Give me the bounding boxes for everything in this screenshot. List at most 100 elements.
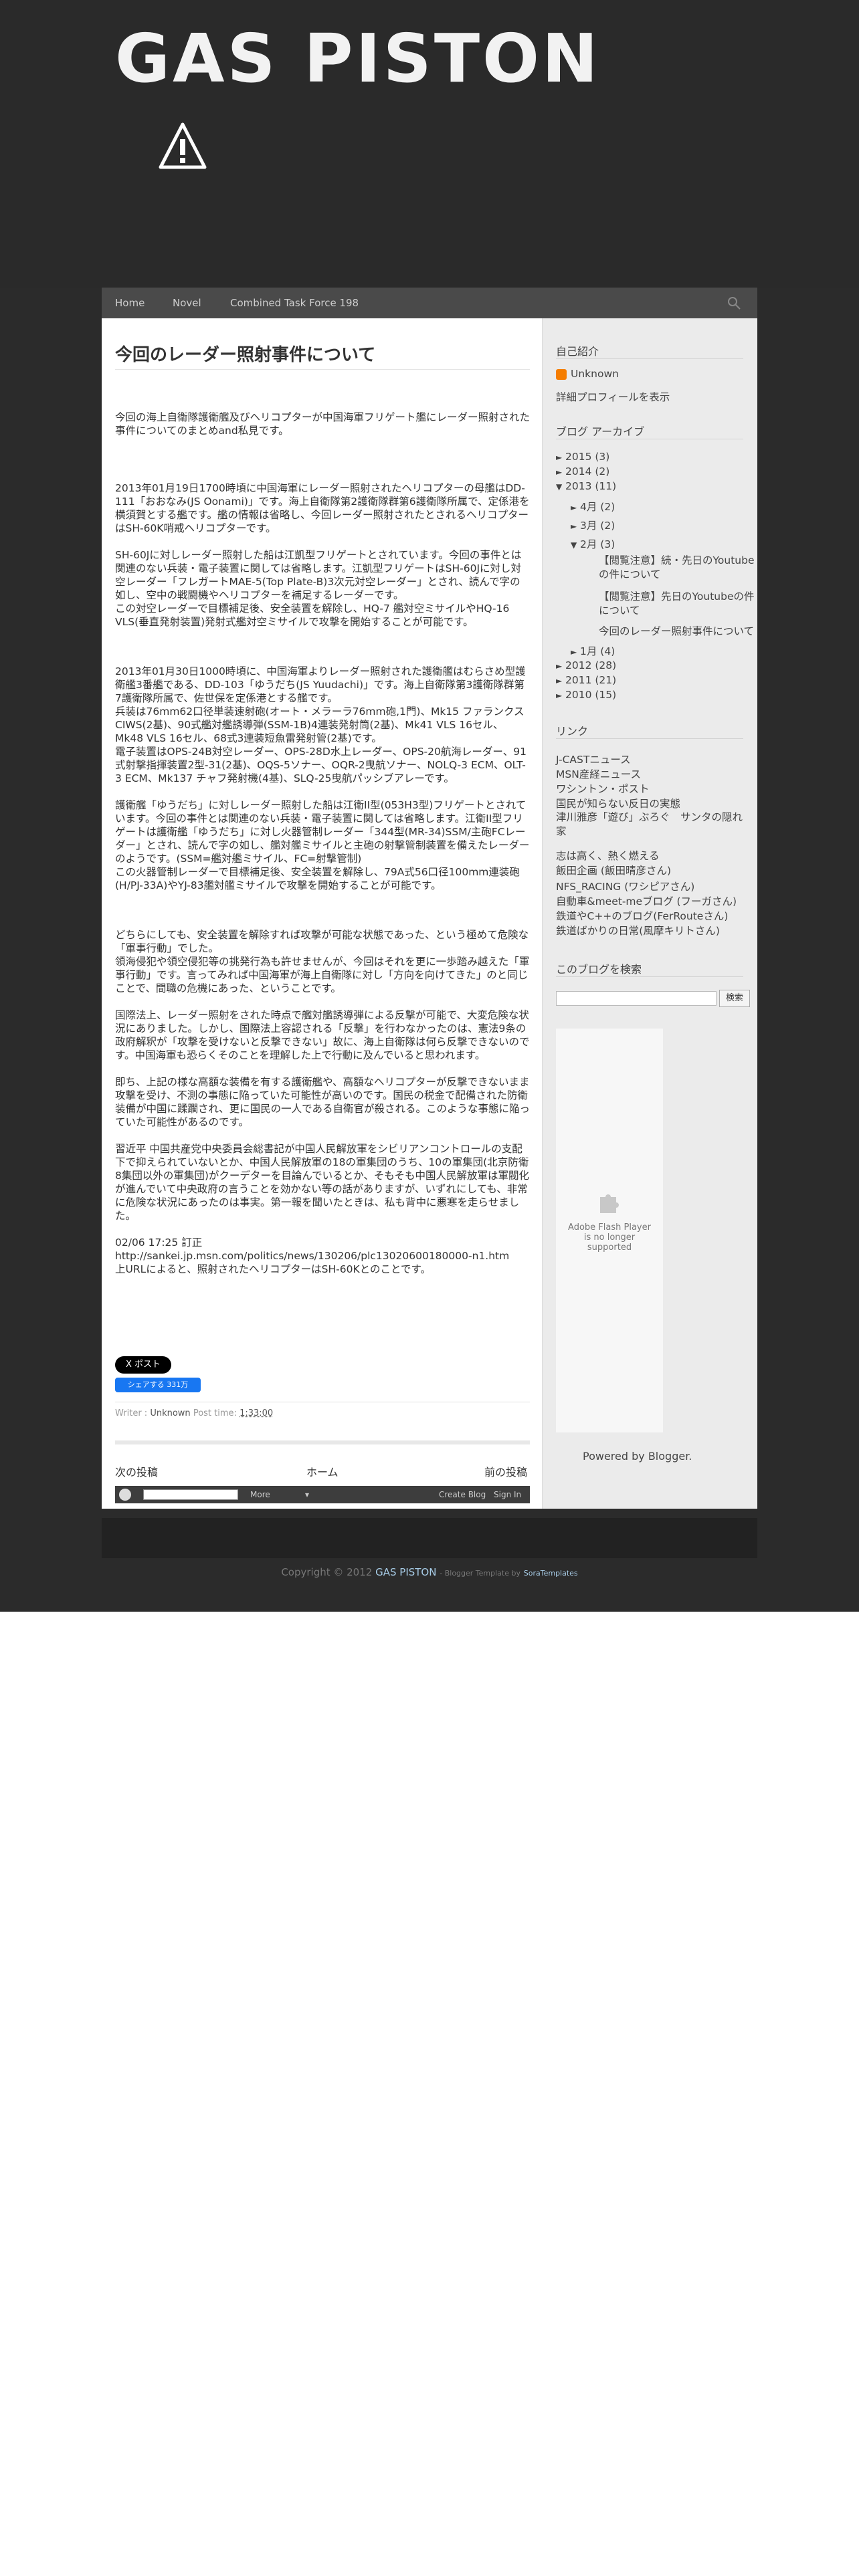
blog-search-input[interactable] — [556, 991, 717, 1006]
site-title[interactable]: GAS PISTON — [115, 25, 601, 92]
archive-label: 2013 (11) — [565, 480, 617, 492]
writer-name[interactable]: Unknown — [150, 1408, 190, 1418]
copyright-prefix: Copyright © 2012 — [281, 1566, 373, 1578]
archive-label: 2014 (2) — [565, 465, 610, 477]
triangle-right-icon: ► — [556, 691, 563, 700]
template-credit-prefix: - Blogger Template by — [440, 1569, 520, 1578]
archive-post-link[interactable]: 【閲覧注意】先日のYoutubeの件について — [599, 590, 757, 618]
link-item[interactable]: ワシントン・ポスト — [556, 781, 650, 796]
triangle-right-icon: ► — [556, 676, 563, 685]
meta-divider-thick — [115, 1440, 530, 1444]
archive-label: 2011 (21) — [565, 674, 617, 686]
blog-search-button[interactable]: 検索 — [719, 990, 750, 1007]
nav-novel[interactable]: Novel — [173, 288, 201, 318]
post-paragraph: どちらにしても、安全装置を解除すれば攻撃が可能な状態であった、という極めて危険な… — [115, 929, 530, 994]
chevron-down-icon: ▾ — [305, 1490, 310, 1499]
create-blog-link[interactable]: Create Blog — [439, 1486, 486, 1503]
main-nav: Home Novel Combined Task Force 198 — [102, 288, 757, 319]
correction-text: 上URLによると、照射されたヘリコプターはSH-60Kとのことです。 — [115, 1263, 431, 1275]
triangle-right-icon: ► — [571, 503, 577, 512]
post-paragraph: 国際法上、レーダー照射をされた時点で艦対艦誘導弾による反撃が可能で、大変危険な状… — [115, 1009, 530, 1061]
post-paragraph: 2013年01月30日1000時頃に、中国海軍よりレーダー照射された護衛艦はむら… — [115, 665, 527, 784]
post-paragraph: 今回の海上自衛隊護衛艦及びヘリコプターが中国海軍フリゲート艦にレーダー照射された… — [115, 411, 531, 437]
post-meta: Writer : Unknown Post time: 1:33:00 — [115, 1408, 273, 1418]
search-heading: このブログを検索 — [556, 963, 642, 976]
sidebar-divider — [556, 358, 743, 359]
nav-combined-task-force[interactable]: Combined Task Force 198 — [230, 288, 359, 318]
link-item[interactable]: J-CASTニュース — [556, 752, 631, 766]
archive-year[interactable]: ► 2011 (21) — [556, 674, 616, 686]
footer-bar — [102, 1518, 757, 1558]
archive-label: 2012 (28) — [565, 659, 617, 671]
archive-heading: ブログ アーカイブ — [556, 425, 645, 438]
sidebar-divider — [556, 738, 743, 739]
link-item[interactable]: 津川雅彦「遊び」ぶろぐ サンタの隠れ家 — [556, 811, 750, 839]
link-item[interactable]: 国民が知らない反日の実態 — [556, 796, 680, 811]
x-post-button[interactable]: X ポスト — [115, 1356, 171, 1374]
copyright-site-link[interactable]: GAS PISTON — [375, 1566, 436, 1578]
archive-post-link[interactable]: 【閲覧注意】続・先日のYoutubeの件について — [599, 554, 757, 582]
home-link[interactable]: ホーム — [306, 1463, 339, 1479]
search-icon[interactable] — [727, 296, 741, 310]
link-item[interactable]: 飯田企画 (飯田晴彦さん) — [556, 863, 671, 877]
archive-year[interactable]: ► 2010 (15) — [556, 689, 616, 701]
profile-name[interactable]: Unknown — [571, 368, 619, 380]
navbar-search-input[interactable] — [143, 1489, 238, 1500]
sidebar-divider — [556, 976, 743, 977]
archive-post-link[interactable]: 今回のレーダー照射事件について — [599, 623, 757, 638]
archive-label: 2月 (3) — [580, 538, 615, 550]
content-wrapper: 今回のレーダー照射事件について 今回の海上自衛隊護衛艦及びヘリコプターが中国海軍… — [102, 318, 757, 1509]
link-item[interactable]: 自動車&meet-meブログ (フーガさん) — [556, 893, 737, 908]
link-item[interactable]: MSN産経ニュース — [556, 766, 641, 781]
triangle-right-icon: ► — [571, 647, 577, 657]
facebook-share-button[interactable]: シェアする 331万 — [115, 1378, 201, 1392]
powered-by-blogger[interactable]: Powered by Blogger. — [583, 1450, 692, 1463]
blogger-icon — [556, 369, 567, 380]
archive-year[interactable]: ► 2015 (3) — [556, 451, 609, 463]
link-item[interactable]: NFS_RACING (ワシピアさん) — [556, 879, 694, 893]
sidebar: 自己紹介 Unknown 詳細プロフィールを表示 ブログ アーカイブ ► 2015… — [543, 318, 757, 1509]
template-author-link[interactable]: SoraTemplates — [524, 1569, 578, 1578]
correction-label: 02/06 17:25 訂正 — [115, 1237, 203, 1249]
archive-year[interactable]: ► 2012 (28) — [556, 659, 616, 671]
triangle-down-icon: ▼ — [556, 482, 563, 492]
triangle-right-icon: ► — [556, 453, 563, 462]
flash-unsupported-text: Adobe Flash Player is no longer supporte… — [568, 1222, 651, 1253]
sign-in-link[interactable]: Sign In — [494, 1486, 521, 1503]
profile-link[interactable]: 詳細プロフィールを表示 — [556, 389, 670, 404]
archive-month[interactable]: ► 3月 (2) — [571, 518, 615, 532]
post-title[interactable]: 今回のレーダー照射事件について — [115, 341, 530, 366]
archive-month[interactable]: ▼ 2月 (3) — [571, 536, 615, 551]
navbar-more-dropdown[interactable]: More — [250, 1486, 270, 1503]
link-item[interactable]: 鉄道やC++のブログ(FerRouteさん) — [556, 908, 728, 923]
post-paragraph: SH-60Jに対しレーダー照射した船は江凱型フリゲートとされています。今回の事件… — [115, 549, 522, 628]
blogger-navbar: More ▾ Create Blog Sign In — [115, 1486, 530, 1503]
nav-home[interactable]: Home — [115, 288, 145, 318]
link-item[interactable]: 志は高く、熱く燃える — [556, 848, 660, 863]
archive-month[interactable]: ► 1月 (4) — [571, 643, 615, 658]
post-paragraph: 習近平 中国共産党中央委員会総書記が中国人民解放軍をシビリアンコントロールの支配… — [115, 1143, 530, 1222]
blogger-logo-icon[interactable] — [119, 1489, 131, 1501]
correction-link[interactable]: http://sankei.jp.msn.com/politics/news/1… — [115, 1250, 509, 1262]
writer-label: Writer : — [115, 1408, 148, 1418]
post-time[interactable]: 1:33:00 — [240, 1408, 273, 1418]
archive-label: 3月 (2) — [580, 520, 615, 532]
archive-label: 1月 (4) — [580, 645, 615, 657]
archive-label: 2015 (3) — [565, 451, 610, 463]
older-post-link[interactable]: 前の投稿 — [484, 1463, 527, 1479]
archive-year[interactable]: ▼ 2013 (11) — [556, 480, 616, 492]
archive-label: 4月 (2) — [580, 501, 615, 513]
links-heading: リンク — [556, 725, 589, 738]
archive-month[interactable]: ► 4月 (2) — [571, 499, 615, 514]
link-item[interactable]: 鉄道ばかりの日常(風摩キリトさん) — [556, 923, 720, 938]
newer-post-link[interactable]: 次の投稿 — [115, 1463, 158, 1479]
profile-heading: 自己紹介 — [556, 345, 599, 358]
post-paragraph: 護衛艦「ゆうだち」に対しレーダー照射した船は江衛II型(053H3型)フリゲート… — [115, 799, 530, 891]
flash-plugin-placeholder: Adobe Flash Player is no longer supporte… — [556, 1029, 663, 1432]
site-header: GAS PISTON — [0, 0, 859, 288]
post-paragraph: 即ち、上記の様な高額な装備を有する護衛艦や、高額なヘリコプターが反撃できないまま… — [115, 1076, 531, 1128]
archive-year[interactable]: ► 2014 (2) — [556, 465, 609, 477]
post-column: 今回のレーダー照射事件について 今回の海上自衛隊護衛艦及びヘリコプターが中国海軍… — [102, 318, 543, 1509]
